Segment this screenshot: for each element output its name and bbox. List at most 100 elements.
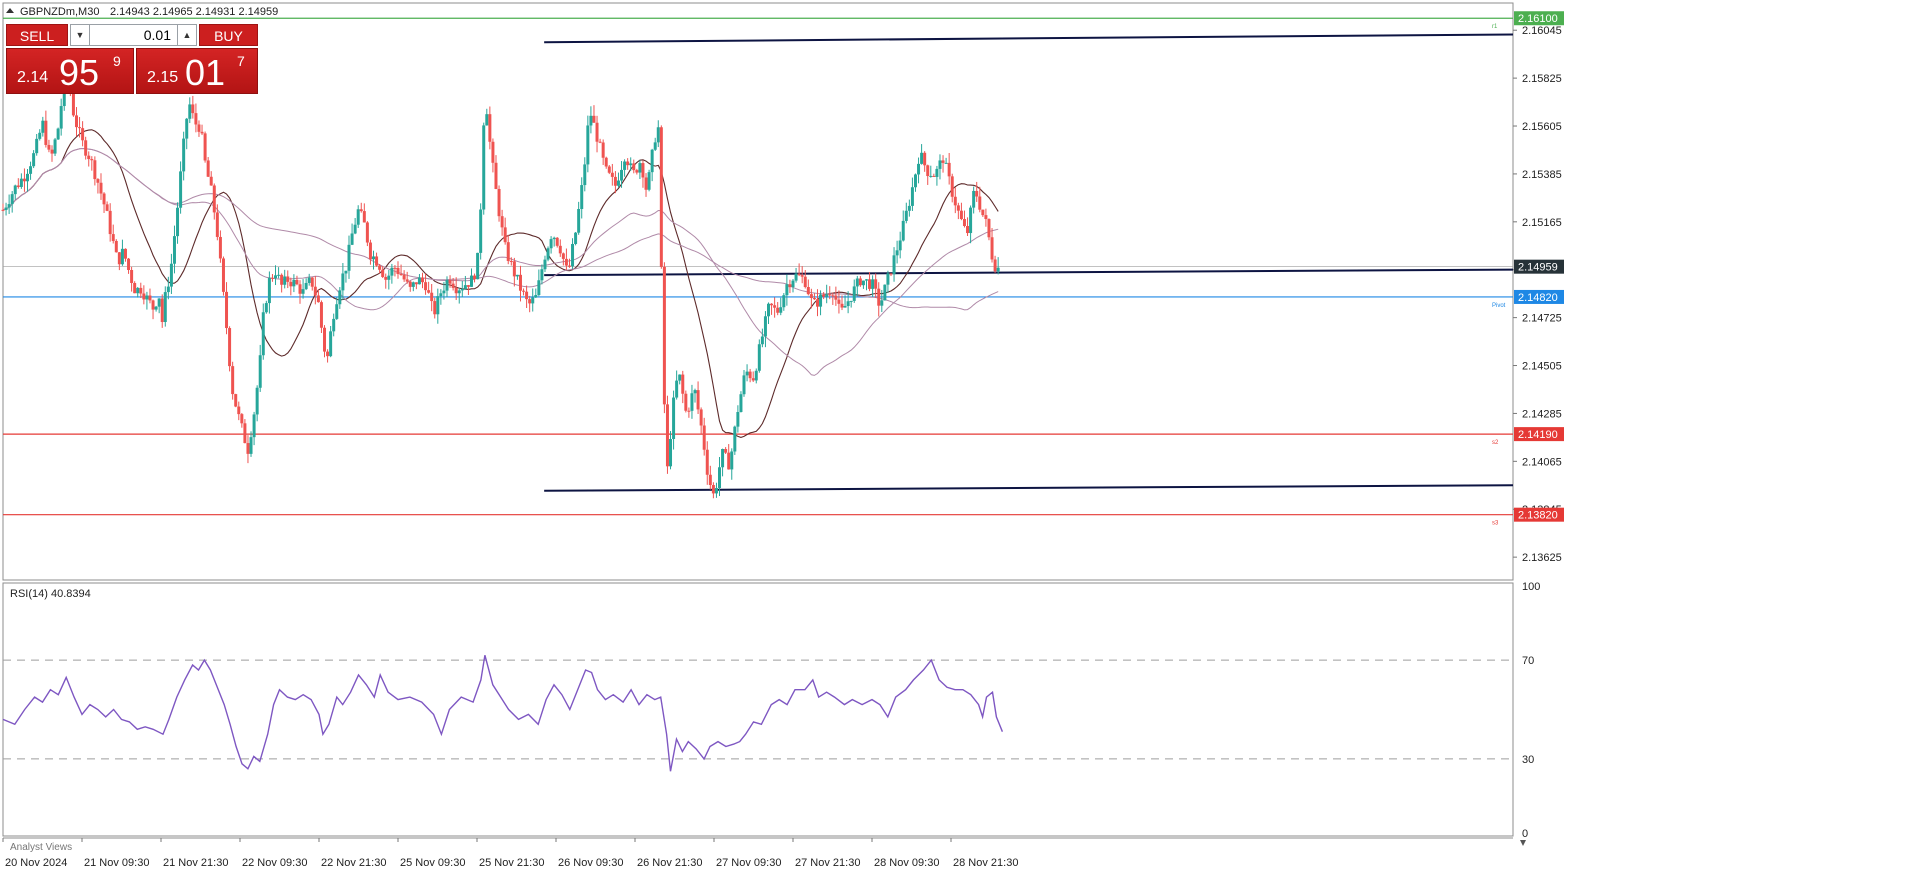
- candle-body[interactable]: [929, 175, 933, 177]
- candle-body[interactable]: [537, 280, 541, 296]
- candle-body[interactable]: [166, 286, 170, 293]
- candle-body[interactable]: [283, 276, 287, 285]
- candle-body[interactable]: [228, 328, 232, 367]
- candle-body[interactable]: [650, 149, 654, 173]
- candle-body[interactable]: [583, 164, 587, 186]
- candle-body[interactable]: [457, 290, 461, 294]
- candle-body[interactable]: [307, 277, 311, 283]
- candle-body[interactable]: [972, 190, 976, 208]
- candle-body[interactable]: [194, 113, 198, 125]
- candle-body[interactable]: [996, 267, 1000, 272]
- candle-body[interactable]: [319, 302, 323, 328]
- candle-body[interactable]: [298, 284, 302, 294]
- candle-body[interactable]: [515, 274, 519, 277]
- candle-body[interactable]: [359, 209, 363, 212]
- candle-body[interactable]: [601, 142, 605, 158]
- candle-body[interactable]: [234, 394, 238, 407]
- candle-body[interactable]: [828, 294, 832, 296]
- candle-body[interactable]: [672, 397, 676, 440]
- candle-body[interactable]: [589, 115, 593, 126]
- candle-body[interactable]: [362, 211, 366, 223]
- candle-body[interactable]: [393, 267, 397, 269]
- candle-body[interactable]: [910, 187, 914, 206]
- candle-body[interactable]: [580, 185, 584, 209]
- candle-body[interactable]: [932, 175, 936, 177]
- candle-body[interactable]: [372, 256, 376, 260]
- candle-body[interactable]: [1, 209, 5, 211]
- candle-body[interactable]: [120, 248, 124, 265]
- candle-body[interactable]: [690, 393, 694, 411]
- candle-body[interactable]: [812, 298, 816, 300]
- analyst-views-tab[interactable]: Analyst Views: [10, 842, 72, 853]
- candle-body[interactable]: [454, 287, 458, 294]
- candle-body[interactable]: [353, 224, 357, 234]
- candle-body[interactable]: [923, 152, 927, 166]
- candle-body[interactable]: [479, 209, 483, 253]
- candle-body[interactable]: [188, 104, 192, 119]
- candle-body[interactable]: [433, 301, 437, 315]
- candle-body[interactable]: [90, 159, 94, 161]
- candle-body[interactable]: [127, 258, 131, 270]
- candle-body[interactable]: [904, 210, 908, 221]
- candle-body[interactable]: [571, 243, 575, 267]
- candle-body[interactable]: [861, 280, 865, 286]
- scroll-down-icon[interactable]: [1520, 840, 1526, 846]
- candle-body[interactable]: [825, 294, 829, 297]
- candle-body[interactable]: [74, 115, 78, 128]
- candle-body[interactable]: [347, 244, 351, 271]
- candle-body[interactable]: [920, 152, 924, 164]
- candle-body[interactable]: [206, 160, 210, 177]
- candle-body[interactable]: [803, 276, 807, 288]
- candle-body[interactable]: [145, 295, 149, 300]
- candle-body[interactable]: [785, 284, 789, 296]
- candle-body[interactable]: [525, 291, 529, 300]
- candle-body[interactable]: [733, 426, 737, 452]
- candle-body[interactable]: [705, 449, 709, 475]
- buy-button[interactable]: BUY: [199, 24, 258, 46]
- candle-body[interactable]: [874, 279, 878, 289]
- candle-body[interactable]: [356, 209, 360, 225]
- candle-body[interactable]: [718, 467, 722, 489]
- candle-body[interactable]: [375, 256, 379, 266]
- candle-body[interactable]: [987, 219, 991, 238]
- candle-body[interactable]: [264, 303, 268, 313]
- candle-body[interactable]: [301, 289, 305, 294]
- candle-body[interactable]: [506, 242, 510, 261]
- candle-body[interactable]: [114, 240, 118, 253]
- candle-body[interactable]: [687, 410, 691, 412]
- candle-body[interactable]: [953, 196, 957, 206]
- candle-body[interactable]: [592, 115, 596, 123]
- candle-body[interactable]: [341, 273, 345, 291]
- candle-body[interactable]: [561, 253, 565, 259]
- candle-body[interactable]: [852, 286, 856, 301]
- candle-body[interactable]: [975, 190, 979, 197]
- candle-body[interactable]: [522, 290, 526, 292]
- candle-body[interactable]: [335, 304, 339, 319]
- candle-body[interactable]: [892, 255, 896, 275]
- candle-body[interactable]: [316, 295, 320, 303]
- candle-body[interactable]: [552, 237, 556, 240]
- candle-body[interactable]: [886, 273, 890, 285]
- candle-body[interactable]: [485, 114, 489, 126]
- candle-body[interactable]: [681, 374, 685, 394]
- candle-body[interactable]: [962, 219, 966, 226]
- candle-body[interactable]: [500, 216, 504, 228]
- candle-body[interactable]: [255, 387, 259, 415]
- candle-body[interactable]: [310, 277, 314, 287]
- candle-body[interactable]: [117, 252, 121, 265]
- candle-body[interactable]: [782, 295, 786, 308]
- candle-body[interactable]: [476, 252, 480, 280]
- candle-body[interactable]: [148, 295, 152, 301]
- candle-body[interactable]: [564, 258, 568, 266]
- candle-body[interactable]: [482, 125, 486, 210]
- candle-body[interactable]: [984, 215, 988, 220]
- candle-body[interactable]: [938, 160, 942, 169]
- candle-body[interactable]: [607, 166, 611, 173]
- candle-body[interactable]: [724, 449, 728, 453]
- candle-body[interactable]: [702, 425, 706, 450]
- candle-body[interactable]: [907, 205, 911, 211]
- candle-body[interactable]: [834, 295, 838, 300]
- candle-body[interactable]: [809, 294, 813, 299]
- candle-body[interactable]: [708, 474, 712, 486]
- candle-body[interactable]: [191, 104, 195, 114]
